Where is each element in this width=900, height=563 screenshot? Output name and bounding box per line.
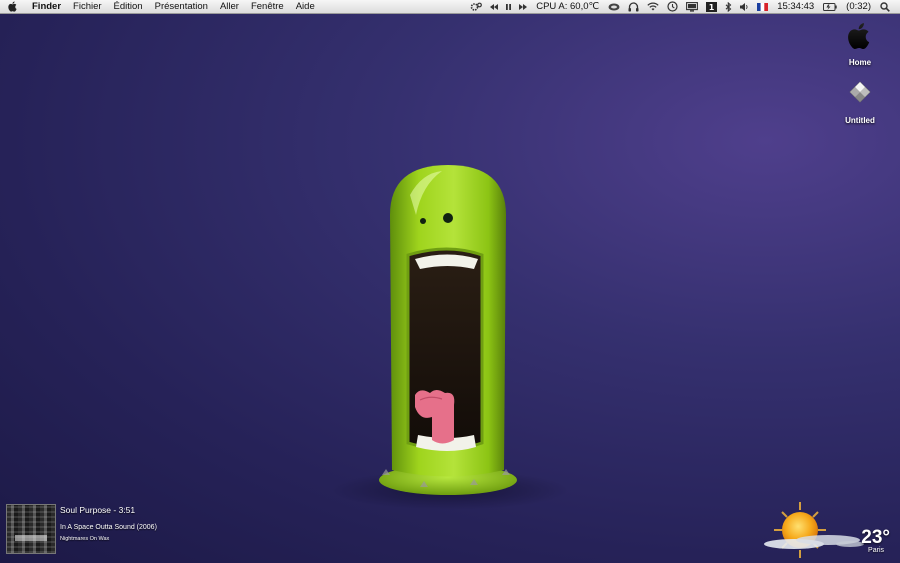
- clock[interactable]: 15:34:43: [772, 0, 819, 14]
- menu-left: Finder Fichier Édition Présentation Alle…: [0, 0, 321, 14]
- battery-time[interactable]: (0:32): [841, 0, 876, 14]
- track-album: In A Space Outta Sound (2006): [60, 524, 157, 531]
- wifi-icon[interactable]: [643, 0, 663, 14]
- desktop-icon-home[interactable]: Home: [830, 22, 890, 67]
- menu-fichier[interactable]: Fichier: [67, 0, 108, 14]
- eye-icon[interactable]: [604, 0, 624, 14]
- rewind-icon[interactable]: [486, 0, 502, 14]
- display-icon[interactable]: [682, 0, 702, 14]
- french-flag-icon[interactable]: [753, 0, 772, 14]
- time-machine-icon[interactable]: [663, 0, 682, 14]
- apple-menu-icon[interactable]: [0, 0, 26, 14]
- svg-text:1: 1: [709, 3, 715, 12]
- apple-logo-icon: [847, 22, 873, 55]
- temperature: 23°: [861, 527, 890, 548]
- drive-icon: [846, 80, 874, 113]
- pause-icon[interactable]: [502, 0, 515, 14]
- volume-icon[interactable]: [736, 0, 753, 14]
- spotlight-search-icon[interactable]: [876, 0, 894, 14]
- desktop-icon-label: Untitled: [845, 116, 875, 125]
- menu-edition[interactable]: Édition: [108, 0, 149, 14]
- menu-aller[interactable]: Aller: [214, 0, 245, 14]
- spaces-icon[interactable]: 1: [702, 0, 721, 14]
- desktop-icon-label: Home: [848, 58, 872, 67]
- track-info: Soul Purpose - 3:51 In A Space Outta Sou…: [60, 504, 157, 554]
- gear-status-icon[interactable]: [466, 0, 486, 14]
- desktop-icon-untitled[interactable]: Untitled: [830, 80, 890, 125]
- menu-fenetre[interactable]: Fenêtre: [245, 0, 290, 14]
- sun-cloud-icon: [758, 500, 868, 563]
- menu-bar: Finder Fichier Édition Présentation Alle…: [0, 0, 900, 14]
- track-artist: Nightmares On Wax: [60, 536, 110, 542]
- menu-extras: CPU A: 60,0℃ 1 15:34:43 (0:32): [466, 0, 900, 14]
- menu-finder[interactable]: Finder: [26, 0, 67, 14]
- now-playing-widget[interactable]: Soul Purpose - 3:51 In A Space Outta Sou…: [6, 504, 157, 554]
- fast-forward-icon[interactable]: [515, 0, 531, 14]
- wallpaper-green-monster: [370, 155, 530, 505]
- weather-widget[interactable]: 23° Paris: [758, 500, 898, 560]
- menu-presentation[interactable]: Présentation: [149, 0, 214, 14]
- battery-icon[interactable]: [819, 0, 841, 14]
- album-art: [6, 504, 56, 554]
- menu-aide[interactable]: Aide: [290, 0, 321, 14]
- track-title: Soul Purpose - 3:51: [60, 505, 136, 515]
- headphones-icon[interactable]: [624, 0, 643, 14]
- city-name: Paris: [868, 547, 884, 554]
- bluetooth-icon[interactable]: [721, 0, 736, 14]
- cpu-temperature[interactable]: CPU A: 60,0℃: [531, 0, 604, 14]
